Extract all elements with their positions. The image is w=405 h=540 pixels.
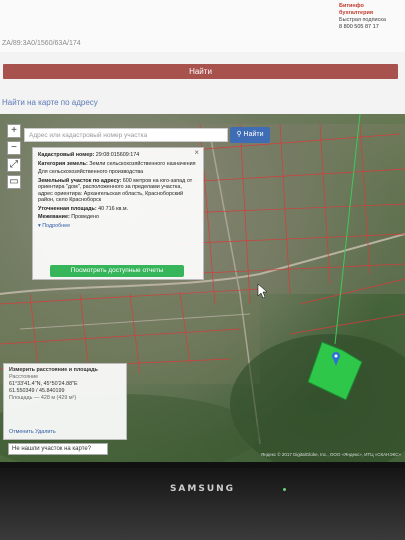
cad-value: 29:08:015609:174	[95, 152, 140, 158]
map-search-button-label: Найти	[243, 131, 264, 138]
ruler-icon[interactable]: ▭	[7, 175, 21, 189]
measure-area: Площадь — 428 м (429 м²)	[9, 395, 77, 401]
survey-value: Проведено	[71, 214, 99, 220]
measure-title: Измерить расстояние и площадь	[9, 367, 98, 373]
ad-banner[interactable]: Битинфо бухгалтерия Быстрая подписка 8 8…	[339, 3, 399, 31]
cadastral-url: ZA/89:3A0/1560/63A/174	[2, 40, 81, 47]
cat-label: Категория земель:	[38, 160, 88, 167]
monitor-brand-logo: SAMSUNG	[169, 484, 236, 494]
close-icon[interactable]: ×	[194, 149, 199, 157]
ad-brand: Битинфо бухгалтерия	[339, 3, 374, 16]
distance-label: Расстояние	[9, 374, 39, 380]
find-button[interactable]: Найти	[3, 64, 398, 79]
section-title: Найти на карте по адресу	[2, 98, 98, 107]
top-strip: ZA/89:3A0/1560/63A/174 Битинфо бухгалтер…	[0, 0, 405, 52]
more-link[interactable]: ▾ Подробнее	[38, 223, 198, 230]
power-led-icon	[283, 488, 286, 491]
survey-label: Межевание:	[38, 214, 70, 220]
cad-label: Кадастровый номер:	[38, 152, 95, 158]
plot-info-popup: × Кадастровый номер: 29:08:015609:174 Ка…	[32, 147, 204, 280]
monitor-bezel	[0, 468, 405, 540]
view-reports-button[interactable]: Посмотреть доступные отчеты	[50, 265, 184, 277]
map-search-button[interactable]: ⚲ Найти	[230, 127, 270, 143]
measure-panel: Измерить расстояние и площадь Расстояние…	[3, 363, 127, 440]
map-attribution: Яндекс © 2017 DigitalGlobe, Inc., ООО «Я…	[260, 452, 401, 457]
satellite-map[interactable]: + − ⤢ ▭ Адрес или кадастровый номер учас…	[0, 114, 405, 462]
monitor-screen: ZA/89:3A0/1560/63A/174 Битинфо бухгалтер…	[0, 0, 405, 468]
zoom-out-button[interactable]: −	[7, 141, 21, 155]
zoom-in-button[interactable]: +	[7, 124, 21, 138]
zoom-controls: + − ⤢ ▭	[7, 124, 21, 192]
expand-icon[interactable]: ⤢	[7, 158, 21, 172]
area-label: Уточненная площадь:	[38, 205, 97, 212]
addr-label: Земельный участок по адресу:	[38, 177, 122, 184]
use-value: Для сельскохозяйственного производства	[38, 169, 144, 175]
area-value: 40 716 кв.м.	[98, 205, 129, 212]
not-found-link[interactable]: Не нашли участок на карте?	[8, 443, 108, 455]
measure-actions[interactable]: Отменить Удалить	[9, 429, 56, 436]
search-icon: ⚲	[236, 131, 244, 138]
ad-line: Быстрая подписка	[339, 17, 386, 23]
more-link-label: Подробнее	[42, 222, 71, 229]
ad-phone: 8 800 505 87 17	[339, 24, 379, 30]
coord-dms: 61°33'41.4"N, 45°50'24.88"E	[9, 381, 78, 387]
map-search-input[interactable]: Адрес или кадастровый номер участка	[24, 128, 228, 142]
photo-scene: ZA/89:3A0/1560/63A/174 Битинфо бухгалтер…	[0, 0, 405, 540]
cat-value: Земли сельскохозяйственного назначения	[89, 160, 196, 167]
coord-decimal: 61.550349 / 45.840199	[9, 388, 65, 394]
